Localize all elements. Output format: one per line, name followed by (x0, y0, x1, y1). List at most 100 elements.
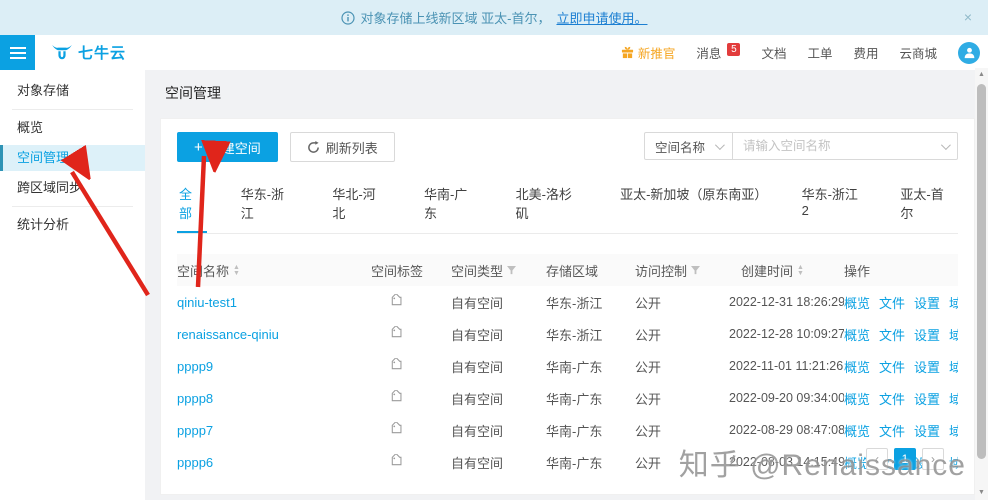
action-overview[interactable]: 概览 (844, 421, 870, 440)
bucket-name-link[interactable]: renaissance-qiniu (177, 327, 279, 342)
bucket-region: 华南-广东 (546, 455, 603, 471)
bucket-table: 空间名称 ▲ ▼ 空间标签 空间类型 存储区域 访问控制 创建时间 ▲ ▼ 操作… (177, 254, 958, 478)
bucket-name-link[interactable]: pppp7 (177, 423, 213, 438)
qiniu-logo[interactable]: 七牛云 (51, 42, 126, 63)
nav-item-billing[interactable]: 费用 (853, 43, 878, 62)
action-domains[interactable]: 域名 (949, 325, 958, 344)
logo-text: 七牛云 (78, 45, 127, 62)
action-overview[interactable]: 概览 (844, 357, 870, 376)
bucket-name-link[interactable]: pppp9 (177, 359, 213, 374)
refresh-list-button[interactable]: 刷新列表 (289, 132, 395, 162)
action-overview[interactable]: 概览 (844, 325, 870, 344)
action-settings[interactable]: 设置 (914, 325, 940, 344)
nav-item-market[interactable]: 云商城 (899, 43, 937, 62)
sidebar-item-space-management[interactable]: 空间管理 (0, 145, 145, 171)
pagination-prev-button[interactable]: ‹ (866, 448, 888, 470)
col-header-name: 空间名称 ▲ ▼ (177, 263, 240, 279)
banner-text: 对象存储上线新区域 亚太-首尔， (360, 11, 551, 26)
tab-huabei-hebei[interactable]: 华北-河北 (330, 178, 390, 233)
action-overview[interactable]: 概览 (844, 293, 870, 312)
tab-northamerica-la[interactable]: 北美-洛杉矶 (514, 178, 586, 233)
col-header-tags: 空间标签 (371, 263, 424, 279)
sort-icon[interactable]: ▲ ▼ (233, 264, 240, 277)
action-domains[interactable]: 域名 (949, 421, 958, 440)
sidebar-item-object-storage[interactable]: 对象存储 (0, 78, 145, 104)
top-nav: 七牛云 新推官 消息 5 文档 工单 费用 云商城 (0, 35, 988, 70)
tab-huadong-zhejiang[interactable]: 华东-浙江 (239, 178, 299, 233)
tag-icon[interactable] (389, 453, 403, 468)
pagination: ‹ 1 › (866, 448, 944, 470)
scrollbar-thumb[interactable] (977, 84, 986, 459)
nav-item-messages[interactable]: 消息 5 (696, 43, 741, 62)
bucket-access: 公开 (635, 359, 662, 375)
tab-apac-seoul[interactable]: 亚太-首尔 (898, 178, 958, 233)
action-files[interactable]: 文件 (879, 389, 905, 408)
action-files[interactable]: 文件 (879, 357, 905, 376)
action-settings[interactable]: 设置 (914, 357, 940, 376)
plus-icon: + (194, 138, 203, 156)
bucket-name-link[interactable]: pppp6 (177, 455, 213, 470)
col-header-actions: 操作 (844, 263, 871, 279)
bucket-name-link[interactable]: qiniu-test1 (177, 295, 237, 310)
action-overview[interactable]: 概览 (844, 389, 870, 408)
user-avatar[interactable] (958, 41, 980, 64)
row-actions: 概览 文件 设置 域名 (844, 389, 958, 408)
bucket-created: 2022-09-20 09:34:00 (729, 391, 844, 405)
bucket-access: 公开 (635, 295, 662, 311)
pagination-next-button[interactable]: › (922, 448, 944, 470)
nav-item-tickets[interactable]: 工单 (807, 43, 832, 62)
bucket-region: 华南-广东 (546, 391, 603, 407)
filter-icon[interactable] (507, 265, 517, 275)
refresh-icon (307, 140, 319, 153)
action-settings[interactable]: 设置 (914, 389, 940, 408)
action-domains[interactable]: 域名 (949, 453, 958, 472)
banner-close-icon[interactable]: × (964, 9, 972, 25)
action-files[interactable]: 文件 (879, 325, 905, 344)
action-settings[interactable]: 设置 (914, 421, 940, 440)
pagination-page-1[interactable]: 1 (894, 448, 916, 470)
main-content: 空间管理 + 新建空间 刷新列表 空间名称 请输入空间名称 全部 华东-浙江 华… (145, 70, 988, 500)
tag-icon[interactable] (389, 389, 403, 404)
nav-item-docs[interactable]: 文档 (761, 43, 786, 62)
tag-icon[interactable] (389, 293, 403, 308)
sidebar-item-statistics[interactable]: 统计分析 (0, 212, 145, 238)
sort-icon[interactable]: ▲ ▼ (797, 264, 804, 277)
tag-icon[interactable] (389, 325, 403, 340)
sidebar-item-cross-region-sync[interactable]: 跨区域同步 (0, 175, 145, 201)
bucket-type: 自有空间 (451, 423, 504, 439)
sidebar: 对象存储 概览 空间管理 跨区域同步 统计分析 (0, 70, 145, 500)
bucket-created: 2022-12-31 18:26:29 (729, 295, 844, 309)
action-domains[interactable]: 域名 (949, 293, 958, 312)
new-space-button[interactable]: + 新建空间 (177, 132, 278, 162)
announcement-banner: 对象存储上线新区域 亚太-首尔， 立即申请使用。 × (0, 0, 988, 35)
message-count-badge: 5 (727, 43, 741, 56)
bucket-name-link[interactable]: pppp8 (177, 391, 213, 406)
filter-icon[interactable] (691, 265, 701, 275)
scroll-up-icon[interactable]: ▲ (978, 68, 985, 82)
action-files[interactable]: 文件 (879, 421, 905, 440)
action-domains[interactable]: 域名 (949, 389, 958, 408)
nav-item-promo[interactable]: 新推官 (621, 43, 675, 62)
action-settings[interactable]: 设置 (914, 293, 940, 312)
vertical-scrollbar[interactable]: ▲ ▼ (975, 68, 988, 500)
col-header-type: 空间类型 (451, 261, 546, 280)
table-row: qiniu-test1 自有空间 华东-浙江 公开 2022-12-31 18:… (177, 286, 958, 318)
tag-icon[interactable] (389, 421, 403, 436)
bucket-region: 华东-浙江 (546, 327, 603, 343)
tab-apac-singapore[interactable]: 亚太-新加坡（原东南亚） (618, 178, 768, 233)
action-files[interactable]: 文件 (879, 293, 905, 312)
search-field-select[interactable]: 空间名称 (643, 132, 733, 160)
tag-icon[interactable] (389, 357, 403, 372)
bull-icon (52, 44, 72, 59)
scroll-down-icon[interactable]: ▼ (978, 486, 985, 500)
hamburger-menu-button[interactable] (0, 35, 35, 70)
tab-all[interactable]: 全部 (177, 178, 207, 233)
sidebar-item-overview[interactable]: 概览 (0, 115, 145, 141)
tab-huanan-guangdong[interactable]: 华南-广东 (422, 178, 482, 233)
table-row: pppp6 自有空间 华南-广东 公开 2022-08-03 14:15:49 … (177, 446, 958, 478)
tab-huadong-zhejiang2[interactable]: 华东-浙江2 (800, 178, 867, 233)
action-domains[interactable]: 域名 (949, 357, 958, 376)
bucket-created: 2022-11-01 11:21:26 (729, 359, 844, 373)
search-input[interactable] (733, 132, 958, 160)
banner-apply-link[interactable]: 立即申请使用。 (556, 8, 647, 27)
